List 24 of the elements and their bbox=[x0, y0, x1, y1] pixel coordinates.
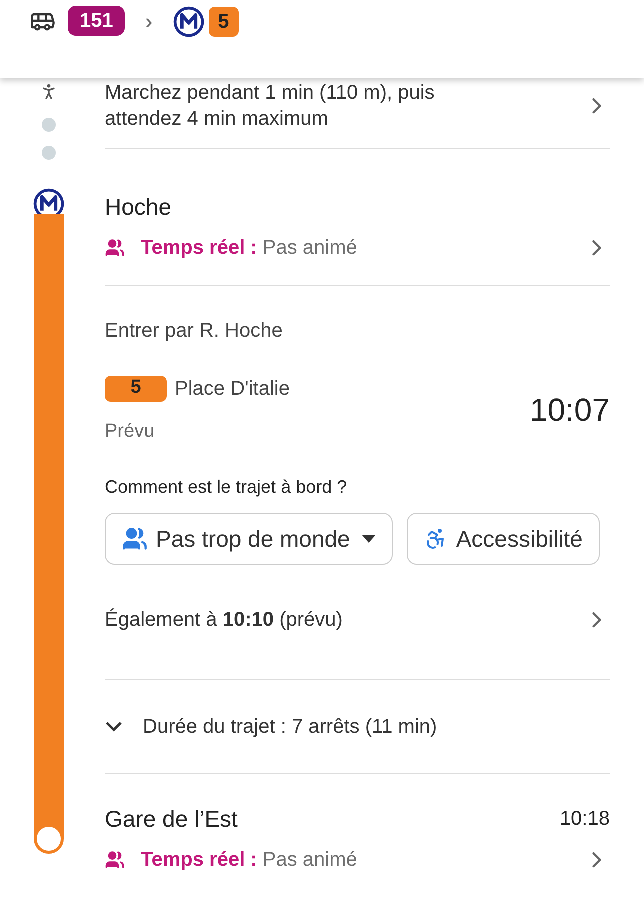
stop-name: Hoche bbox=[105, 193, 172, 222]
direction: Place D'italie bbox=[175, 376, 290, 402]
question: Comment est le trajet à bord ? bbox=[105, 476, 348, 499]
line-badge: 151 bbox=[68, 6, 126, 36]
people-icon bbox=[105, 850, 125, 870]
entrance-text: Entrer par R. Hoche bbox=[105, 318, 284, 344]
realtime-status: Temps réel : Pas animé bbox=[141, 236, 358, 260]
stop-name: Gare de l’Est bbox=[105, 805, 239, 834]
realtime-status: Temps réel : Pas animé bbox=[141, 848, 358, 872]
walk-instruction: Marchez pendant 1 min (110 m), puis attendez 4 min maximum bbox=[105, 81, 436, 132]
crowd-chip[interactable]: Pas trop de monde bbox=[105, 513, 394, 565]
next-departure: Également à 10:10 (prévu) bbox=[105, 608, 344, 633]
arrival-time: 10:18 bbox=[560, 807, 610, 832]
separator: › bbox=[144, 8, 154, 36]
schedule-status: Prévu bbox=[105, 420, 156, 444]
metro-icon bbox=[172, 6, 205, 38]
accessibility-chip[interactable]: Accessibilité bbox=[407, 513, 600, 565]
people-icon bbox=[105, 238, 125, 258]
departure-time: 10:07 bbox=[530, 390, 610, 430]
line-badge: 5 bbox=[105, 376, 167, 402]
people-icon bbox=[122, 526, 148, 552]
duration-toggle[interactable]: Durée du trajet : 7 arrêts (11 min) bbox=[105, 680, 610, 774]
line-badge: 5 bbox=[208, 7, 239, 37]
dropdown-icon bbox=[362, 535, 376, 543]
